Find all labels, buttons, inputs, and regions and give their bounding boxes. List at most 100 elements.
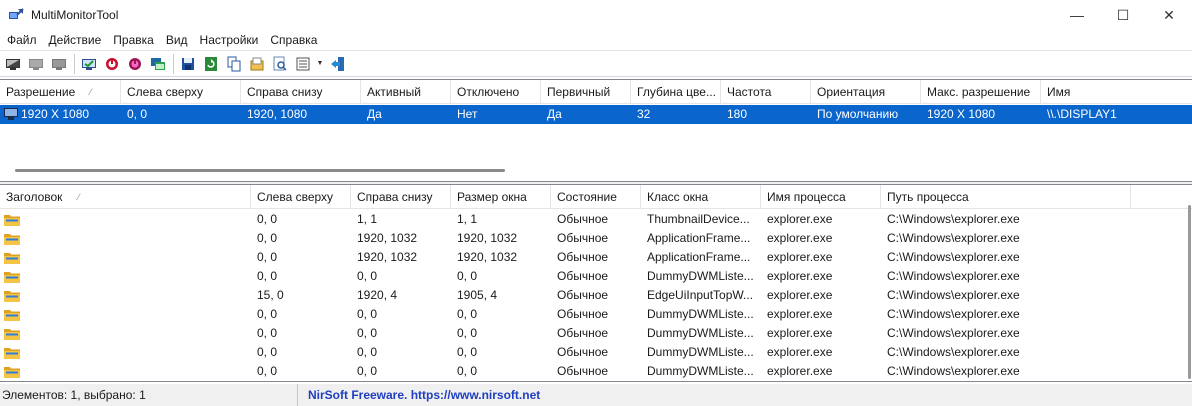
maximize-button[interactable]: ☐ — [1100, 0, 1146, 30]
cell-right-bottom: 0, 0 — [357, 269, 378, 283]
cell-window-class: ThumbnailDevice... — [647, 212, 750, 226]
cell-title — [0, 324, 251, 343]
column-header-resolution[interactable]: Разрешение ⁄ — [0, 80, 121, 104]
cell-process-name: explorer.exe — [767, 326, 833, 340]
cell-process-name: explorer.exe — [767, 269, 833, 283]
copy-icon[interactable] — [224, 54, 244, 74]
cell-right-bottom: 0, 0 — [357, 307, 378, 321]
column-header-left-top[interactable]: Слева сверху — [251, 185, 351, 209]
cell-left-top: 0, 0 — [257, 212, 278, 226]
windows-list[interactable]: Заголовок ⁄ Слева сверху Справа снизу Раз… — [0, 184, 1192, 382]
cell-left-top: 0, 0 — [257, 269, 278, 283]
cell-title — [0, 362, 251, 381]
set-primary-icon[interactable] — [79, 54, 99, 74]
nirsoft-link[interactable]: NirSoft Freeware. https://www.nirsoft.ne… — [298, 384, 540, 406]
exit-icon[interactable] — [328, 54, 348, 74]
cell-right-bottom: 1920, 1032 — [357, 250, 418, 264]
column-header-primary[interactable]: Первичный — [541, 80, 631, 104]
cell-process-name: explorer.exe — [767, 288, 833, 302]
sort-indicator-icon: ⁄ — [90, 87, 92, 97]
menu-view[interactable]: Вид — [160, 30, 194, 50]
enable-monitor-icon[interactable] — [26, 54, 46, 74]
disable-monitor-icon[interactable] — [3, 54, 23, 74]
table-row[interactable]: 0, 0 0, 0 0, 0 Обычное DummyDWMListe... explo… — [0, 324, 1192, 343]
table-row[interactable]: 15, 0 1920, 4 1905, 4 Обычное EdgeUiInputTop… — [0, 286, 1192, 305]
table-row[interactable]: 0, 0 1920, 1032 1920, 1032 Обычное Applicati… — [0, 229, 1192, 248]
cell-process-path: C:\Windows\explorer.exe — [887, 345, 1020, 359]
column-header-color-depth[interactable]: Глубина цве... — [631, 80, 721, 104]
save-icon[interactable] — [178, 54, 198, 74]
menu-action[interactable]: Действие — [43, 30, 108, 50]
column-header-process-name[interactable]: Имя процесса — [761, 185, 881, 209]
cell-window-class: ApplicationFrame... — [647, 231, 751, 245]
menu-help[interactable]: Справка — [264, 30, 323, 50]
view-options-icon[interactable] — [293, 54, 313, 74]
cell-process-path: C:\Windows\explorer.exe — [887, 231, 1020, 245]
column-header-right-bottom[interactable]: Справа снизу — [241, 80, 361, 104]
cell-left-top: 0, 0 — [257, 231, 278, 245]
folder-icon — [4, 365, 20, 378]
column-header-process-path[interactable]: Путь процесса — [881, 185, 1131, 209]
column-header-state[interactable]: Состояние — [551, 185, 641, 209]
menu-edit[interactable]: Правка — [107, 30, 160, 50]
cell-process-name: explorer.exe — [767, 364, 833, 378]
cell-right-bottom: 0, 0 — [357, 326, 378, 340]
cell-left-top: 0, 0 — [257, 250, 278, 264]
cell-process-name: explorer.exe — [767, 231, 833, 245]
cell-right-bottom: 1920, 1080 — [247, 107, 308, 121]
cell-orientation: По умолчанию — [817, 107, 899, 121]
monitor-row[interactable]: 1920 X 1080 0, 0 1920, 1080 Да Нет Да 32… — [0, 105, 1192, 124]
cell-title — [0, 286, 251, 305]
horizontal-scrollbar[interactable] — [15, 169, 505, 172]
cell-window-size: 0, 0 — [457, 364, 478, 378]
move-window-icon[interactable] — [148, 54, 168, 74]
cell-name: \\.\DISPLAY1 — [1047, 107, 1117, 121]
column-header-window-size[interactable]: Размер окна — [451, 185, 551, 209]
table-row[interactable]: 0, 0 0, 0 0, 0 Обычное DummyDWMListe... explo… — [0, 343, 1192, 362]
menu-file[interactable]: Файл — [1, 30, 43, 50]
cell-title — [0, 229, 251, 248]
folder-icon — [4, 232, 20, 245]
column-header-right-bottom[interactable]: Справа снизу — [351, 185, 451, 209]
properties-icon[interactable] — [247, 54, 267, 74]
column-header-frequency[interactable]: Частота — [721, 80, 811, 104]
refresh-icon[interactable] — [201, 54, 221, 74]
table-row[interactable]: 0, 0 0, 0 0, 0 Обычное DummyDWMListe... explo… — [0, 362, 1192, 381]
cell-window-size: 0, 0 — [457, 345, 478, 359]
cell-state: Обычное — [557, 212, 609, 226]
table-row[interactable]: 0, 0 1, 1 1, 1 Обычное ThumbnailDevice... exp… — [0, 210, 1192, 229]
cell-window-size: 1905, 4 — [457, 288, 498, 302]
table-row[interactable]: 0, 0 0, 0 0, 0 Обычное DummyDWMListe... explo… — [0, 305, 1192, 324]
minimize-button[interactable]: — — [1054, 0, 1100, 30]
close-button[interactable]: ✕ — [1146, 0, 1192, 30]
find-icon[interactable] — [270, 54, 290, 74]
cell-state: Обычное — [557, 269, 609, 283]
chevron-down-icon[interactable]: ▼ — [316, 54, 324, 74]
monitors-list[interactable]: Разрешение ⁄ Слева сверху Справа снизу Ак… — [0, 79, 1192, 182]
menu-settings[interactable]: Настройки — [194, 30, 265, 50]
column-header-window-class[interactable]: Класс окна — [641, 185, 761, 209]
turn-on-icon[interactable] — [125, 54, 145, 74]
column-header-title[interactable]: Заголовок ⁄ — [0, 185, 251, 209]
cell-window-size: 0, 0 — [457, 307, 478, 321]
cell-window-size: 1, 1 — [457, 212, 478, 226]
table-row[interactable]: 0, 0 1920, 1032 1920, 1032 Обычное Applicati… — [0, 248, 1192, 267]
switch-monitor-icon[interactable] — [49, 54, 69, 74]
cell-right-bottom: 0, 0 — [357, 364, 378, 378]
turn-off-icon[interactable] — [102, 54, 122, 74]
column-header-max-resolution[interactable]: Макс. разрешение — [921, 80, 1041, 104]
monitor-icon — [4, 107, 18, 120]
cell-window-size: 0, 0 — [457, 326, 478, 340]
column-header-active[interactable]: Активный — [361, 80, 451, 104]
app-icon — [8, 7, 24, 23]
column-header-left-top[interactable]: Слева сверху — [121, 80, 241, 104]
table-row[interactable]: 0, 0 0, 0 0, 0 Обычное DummyDWMListe... explo… — [0, 267, 1192, 286]
column-header-disabled[interactable]: Отключено — [451, 80, 541, 104]
cell-left-top: 0, 0 — [257, 364, 278, 378]
vertical-scrollbar[interactable] — [1188, 205, 1191, 379]
column-header-name[interactable]: Имя — [1041, 80, 1192, 104]
cell-process-path: C:\Windows\explorer.exe — [887, 250, 1020, 264]
cell-window-size: 1920, 1032 — [457, 231, 518, 245]
column-header-orientation[interactable]: Ориентация — [811, 80, 921, 104]
cell-state: Обычное — [557, 288, 609, 302]
